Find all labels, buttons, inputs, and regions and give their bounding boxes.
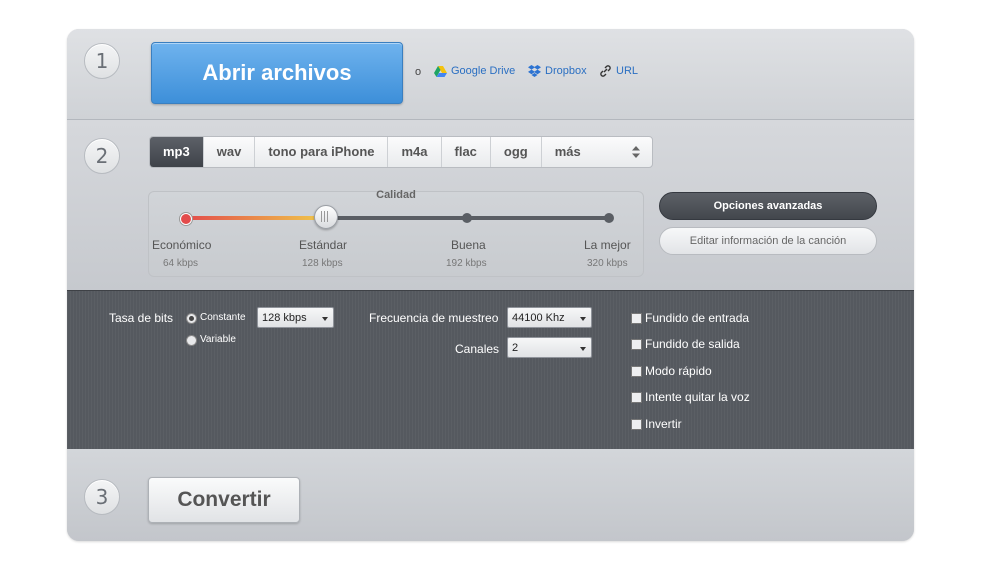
invert-label: Invertir [645,417,682,431]
google-drive-link[interactable]: Google Drive [434,65,515,77]
fade-out-label: Fundido de salida [645,337,740,351]
quality-rate-la-mejor: 320 kbps [587,258,628,269]
invert-checkbox[interactable] [631,419,642,430]
tab-iphone-ringtone[interactable]: tono para iPhone [255,137,389,167]
tab-mp3[interactable]: mp3 [150,137,204,167]
chevron-down-icon [322,317,328,321]
sample-rate-label: Frecuencia de muestreo [369,311,499,325]
sample-rate-select-value: 44100 Khz [512,312,565,324]
quality-slider-box: Calidad Económico 64 kbps Estándar 128 k… [148,189,644,277]
quality-rate-economico: 64 kbps [163,258,199,269]
fast-mode-label: Modo rápido [645,364,712,378]
format-tabs: mp3 wav tono para iPhone m4a flac ogg má… [149,136,653,168]
bitrate-variable-radio[interactable] [186,335,197,346]
advanced-options-panel: Tasa de bits Constante Variable 128 kbps… [67,290,914,450]
tab-more-select[interactable]: más [542,137,652,167]
channels-select-value: 2 [512,342,519,354]
url-label: URL [616,65,639,77]
google-drive-icon [434,65,447,77]
tab-flac[interactable]: flac [442,137,491,167]
step-3-badge: 3 [84,479,120,515]
quality-label-buena: Buena [451,238,486,252]
edit-song-info-button[interactable]: Editar información de la canción [659,227,877,255]
fade-in-label: Fundido de entrada [645,311,750,325]
step-3-section: 3 Convertir [67,449,914,541]
quality-slider-handle[interactable] [314,205,338,229]
step-2-section: 2 mp3 wav tono para iPhone m4a flac ogg … [67,120,914,290]
quality-label-la-mejor: La mejor [584,238,631,252]
google-drive-label: Google Drive [451,65,516,77]
chevron-down-icon [580,347,586,351]
or-label: o [415,66,422,78]
quality-label-economico: Económico [152,238,212,252]
quality-title: Calidad [376,189,416,201]
open-files-button[interactable]: Abrir archivos [151,42,403,104]
remove-voice-label: Intente quitar la voz [645,390,750,404]
quality-stop-buena[interactable] [462,213,472,223]
channels-select[interactable]: 2 [507,337,592,358]
dropbox-link[interactable]: Dropbox [528,65,587,77]
bitrate-variable-label: Variable [200,334,236,345]
convert-button[interactable]: Convertir [148,477,300,523]
link-icon [600,65,611,77]
fade-in-checkbox[interactable] [631,313,642,324]
url-link[interactable]: URL [599,65,638,77]
step-1-section: 1 Abrir archivos o Google Drive Dropbox [67,29,914,120]
quality-rate-buena: 192 kbps [446,258,487,269]
quality-stop-economico[interactable] [180,213,192,225]
quality-rate-estandar: 128 kbps [302,258,343,269]
step-2-badge: 2 [84,138,120,174]
step-1-badge: 1 [84,43,120,79]
dropbox-icon [528,65,541,77]
tab-wav[interactable]: wav [204,137,256,167]
quality-stop-la-mejor[interactable] [604,213,614,223]
quality-track-fill [185,216,325,220]
tab-m4a[interactable]: m4a [388,137,442,167]
bitrate-select[interactable]: 128 kbps [257,307,334,328]
bitrate-constant-label: Constante [200,312,246,323]
bitrate-select-value: 128 kbps [262,312,307,324]
advanced-options-button[interactable]: Opciones avanzadas [659,192,877,220]
sample-rate-select[interactable]: 44100 Khz [507,307,592,328]
channels-label: Canales [455,342,500,356]
chevron-down-icon [580,317,586,321]
bitrate-constant-radio[interactable] [186,313,197,324]
bitrate-label: Tasa de bits [109,311,174,325]
dropbox-label: Dropbox [545,65,587,77]
remove-voice-checkbox[interactable] [631,392,642,403]
fade-out-checkbox[interactable] [631,339,642,350]
tab-ogg[interactable]: ogg [491,137,542,167]
up-down-arrows-icon [631,146,640,158]
fast-mode-checkbox[interactable] [631,366,642,377]
tab-more-label: más [554,144,581,159]
converter-panel: 1 Abrir archivos o Google Drive Dropbox [67,29,914,541]
quality-label-estandar: Estándar [299,238,348,252]
